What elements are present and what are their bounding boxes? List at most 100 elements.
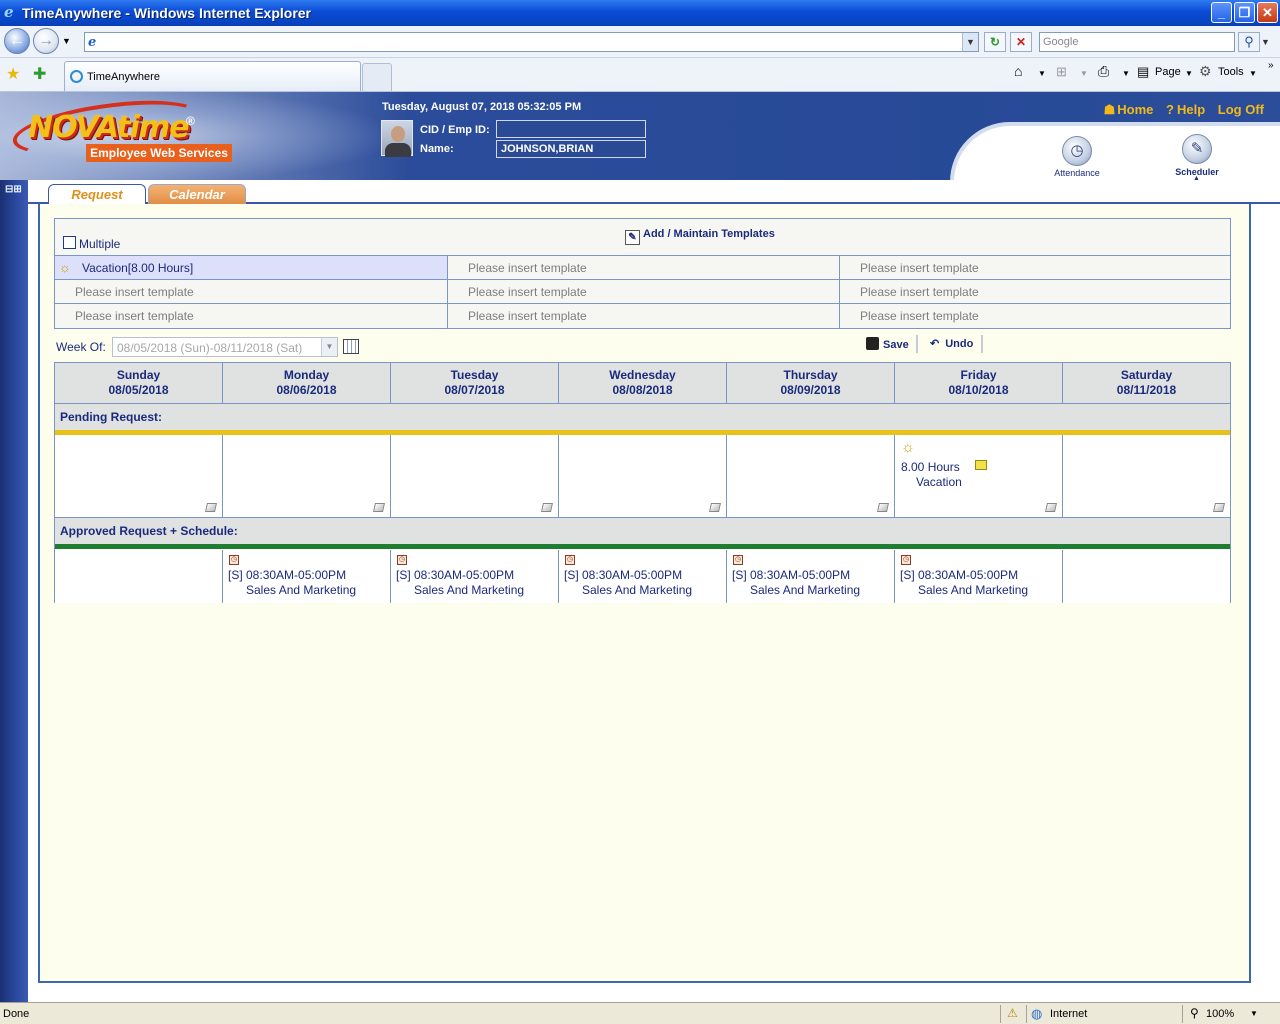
pending-hours[interactable]: 8.00 Hours <box>901 460 960 474</box>
search-input[interactable]: Google <box>1039 32 1235 52</box>
history-dropdown-icon[interactable]: ▼ <box>62 36 71 46</box>
page-icon-menu[interactable]: ▤ <box>1137 64 1149 80</box>
template-cell[interactable]: Please insert template <box>840 256 1230 280</box>
pending-cell-tuesday[interactable] <box>391 435 559 518</box>
template-cell[interactable]: Please insert template <box>55 280 448 304</box>
favorites-star-icon[interactable]: ★ <box>6 64 20 84</box>
home-icon[interactable]: ⌂ <box>1014 63 1022 79</box>
undo-button[interactable]: ↶ Undo <box>930 337 973 350</box>
search-options-icon[interactable]: ▼ <box>1261 32 1273 52</box>
note-icon[interactable] <box>877 503 889 512</box>
avatar <box>381 120 413 157</box>
note-icon[interactable] <box>1045 503 1057 512</box>
logoff-link[interactable]: Log Off <box>1218 102 1264 117</box>
day-header-monday: Monday 08/06/2018 <box>223 363 391 404</box>
browser-tab-timeanywhere[interactable]: TimeAnywhere <box>64 61 361 91</box>
tools-menu[interactable]: Tools <box>1218 66 1244 78</box>
stop-button[interactable]: ✕ <box>1010 32 1032 52</box>
print-dropdown-icon[interactable]: ▼ <box>1122 69 1130 78</box>
shift-time[interactable]: [S] 08:30AM-05:00PM <box>732 568 850 582</box>
chevron-right-icon[interactable]: » <box>1268 60 1274 71</box>
schedule-icon[interactable]: ◷ <box>397 555 407 565</box>
page-menu[interactable]: Page <box>1155 66 1181 78</box>
approved-cell-wednesday[interactable]: ◷ [S] 08:30AM-05:00PM Sales And Marketin… <box>559 550 727 603</box>
template-cell[interactable]: Please insert template <box>55 304 448 328</box>
note-icon[interactable] <box>373 503 385 512</box>
template-cell[interactable]: Please insert template <box>840 280 1230 304</box>
home-link[interactable]: Home <box>1117 102 1153 117</box>
restore-button[interactable]: ❐ <box>1234 2 1255 23</box>
pending-type[interactable]: Vacation <box>916 475 962 489</box>
zoom-icon[interactable]: ⚲ <box>1190 1006 1199 1020</box>
chevron-down-icon[interactable]: ▼ <box>321 338 337 356</box>
schedule-icon[interactable]: ◷ <box>733 555 743 565</box>
multiple-checkbox[interactable] <box>63 236 76 249</box>
template-cell[interactable]: Please insert template <box>448 304 840 328</box>
refresh-button[interactable]: ↻ <box>984 32 1006 52</box>
template-cell[interactable]: Please insert template <box>448 256 840 280</box>
zoom-level[interactable]: 100% <box>1206 1008 1234 1020</box>
note-icon[interactable] <box>1213 503 1225 512</box>
template-cell[interactable]: Please insert template <box>840 304 1230 328</box>
help-link[interactable]: Help <box>1177 102 1205 117</box>
shift-time[interactable]: [S] 08:30AM-05:00PM <box>396 568 514 582</box>
tab-calendar[interactable]: Calendar <box>148 184 246 206</box>
pending-cell-thursday[interactable] <box>727 435 895 518</box>
attendance-nav[interactable]: Attendance <box>1037 168 1117 178</box>
minimize-button[interactable]: _ <box>1211 2 1232 23</box>
schedule-icon[interactable]: ◷ <box>565 555 575 565</box>
novatime-logo: NOVAtime <box>28 110 190 145</box>
add-favorite-icon[interactable]: ✚ <box>33 64 46 84</box>
approved-request-label: Approved Request + Schedule: <box>55 518 1230 544</box>
save-button[interactable]: Save <box>866 337 909 351</box>
shift-time[interactable]: [S] 08:30AM-05:00PM <box>564 568 682 582</box>
gear-icon[interactable]: ⚙ <box>1199 63 1212 80</box>
cid-field[interactable] <box>496 120 646 138</box>
approved-cell-saturday[interactable] <box>1063 550 1230 603</box>
page-dropdown-icon[interactable]: ▼ <box>1185 69 1193 78</box>
protected-mode-icon[interactable]: ⚠ <box>1007 1006 1018 1020</box>
notepad-icon[interactable]: ✎ <box>1182 134 1212 164</box>
browser-tab-label: TimeAnywhere <box>87 71 160 83</box>
tools-dropdown-icon[interactable]: ▼ <box>1249 69 1257 78</box>
pending-cell-sunday[interactable] <box>55 435 223 518</box>
calendar-picker-icon[interactable] <box>343 339 359 354</box>
address-bar[interactable]: e ▼ <box>84 32 979 52</box>
envelope-icon[interactable] <box>975 460 987 470</box>
search-button[interactable]: ⚲ <box>1238 32 1260 52</box>
note-icon[interactable] <box>205 503 217 512</box>
template-cell[interactable]: Please insert template <box>448 280 840 304</box>
zoom-dropdown-icon[interactable]: ▼ <box>1250 1009 1258 1018</box>
close-button[interactable]: ✕ <box>1257 2 1278 23</box>
add-templates-label: Add / Maintain Templates <box>643 228 775 240</box>
pending-request-label: Pending Request: <box>55 404 1230 430</box>
pending-cell-saturday[interactable] <box>1063 435 1230 518</box>
approved-cell-monday[interactable]: ◷ [S] 08:30AM-05:00PM Sales And Marketin… <box>223 550 391 603</box>
feeds-icon[interactable]: ⊞ <box>1056 64 1067 80</box>
template-cell-vacation[interactable]: ☼ Vacation[8.00 Hours] <box>55 256 448 280</box>
week-select[interactable]: 08/05/2018 (Sun)-08/11/2018 (Sat) ▼ <box>112 337 338 357</box>
feeds-dropdown-icon[interactable]: ▼ <box>1080 69 1088 78</box>
schedule-icon[interactable]: ◷ <box>901 555 911 565</box>
rail-toggle-icon[interactable]: ⊟⊞ <box>5 184 25 200</box>
pending-cell-wednesday[interactable] <box>559 435 727 518</box>
address-dropdown-icon[interactable]: ▼ <box>962 33 978 51</box>
note-icon[interactable] <box>541 503 553 512</box>
print-icon[interactable]: ⎙ <box>1098 63 1109 80</box>
back-button[interactable]: ← <box>4 28 30 54</box>
forward-button[interactable]: → <box>33 28 59 54</box>
approved-cell-friday[interactable]: ◷ [S] 08:30AM-05:00PM Sales And Marketin… <box>895 550 1063 603</box>
home-dropdown-icon[interactable]: ▼ <box>1038 69 1046 78</box>
clock-icon[interactable]: ◷ <box>1062 136 1092 166</box>
shift-time[interactable]: [S] 08:30AM-05:00PM <box>228 568 346 582</box>
add-templates-link[interactable]: ✎ Add / Maintain Templates <box>625 228 775 245</box>
approved-cell-tuesday[interactable]: ◷ [S] 08:30AM-05:00PM Sales And Marketin… <box>391 550 559 603</box>
approved-cell-thursday[interactable]: ◷ [S] 08:30AM-05:00PM Sales And Marketin… <box>727 550 895 603</box>
approved-cell-sunday[interactable] <box>55 550 223 603</box>
pending-cell-monday[interactable] <box>223 435 391 518</box>
schedule-icon[interactable]: ◷ <box>229 555 239 565</box>
note-icon[interactable] <box>709 503 721 512</box>
shift-time[interactable]: [S] 08:30AM-05:00PM <box>900 568 1018 582</box>
pending-cell-friday[interactable]: ☼ 8.00 Hours Vacation <box>895 435 1063 518</box>
new-tab-button[interactable] <box>362 63 392 91</box>
